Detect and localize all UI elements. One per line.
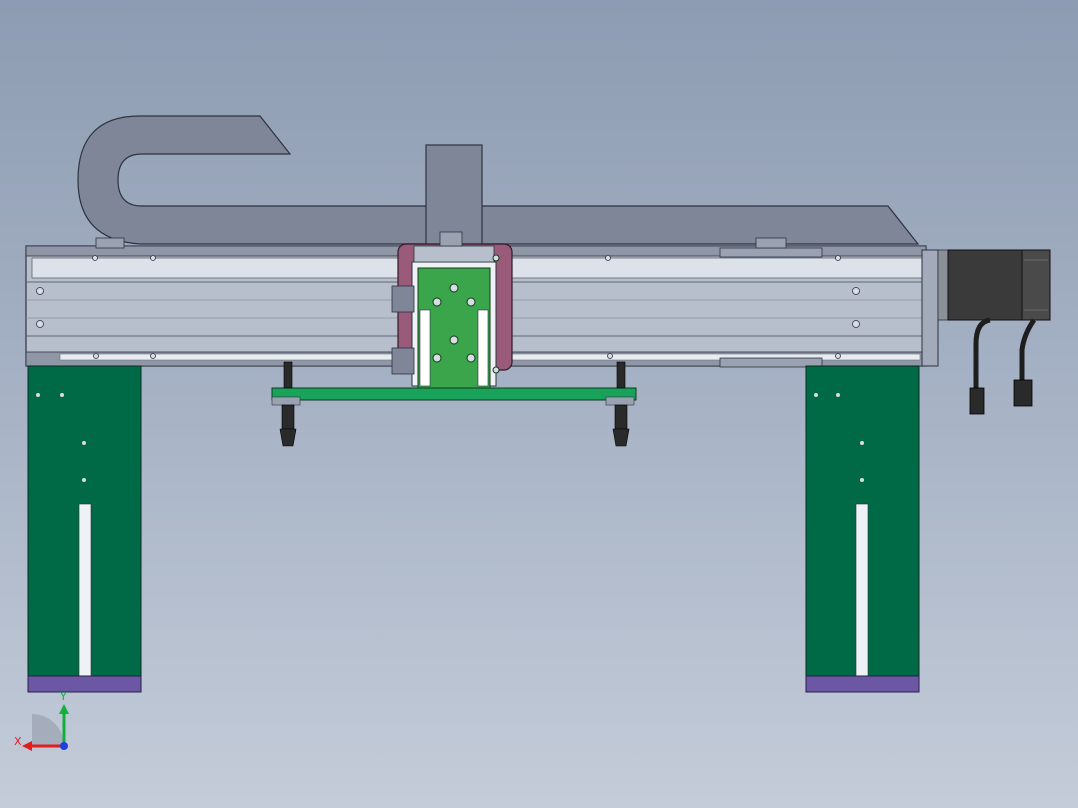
motor-cables [973, 317, 1037, 388]
z-axis-dot [60, 742, 68, 750]
coordinate-triad: X Y [14, 690, 69, 751]
suction-beam [271, 387, 637, 406]
cable-chain [77, 115, 920, 245]
chain-mount-block [425, 144, 483, 246]
linear-module-model: X Y [14, 115, 1051, 751]
cable-connectors [969, 379, 1033, 415]
cad-viewport[interactable]: X Y [0, 0, 1078, 808]
y-axis-label: Y [59, 690, 67, 703]
left-support-leg [27, 365, 142, 693]
right-support-leg [805, 365, 920, 693]
servo-motor [937, 249, 1051, 321]
x-axis-label: X [14, 735, 22, 748]
